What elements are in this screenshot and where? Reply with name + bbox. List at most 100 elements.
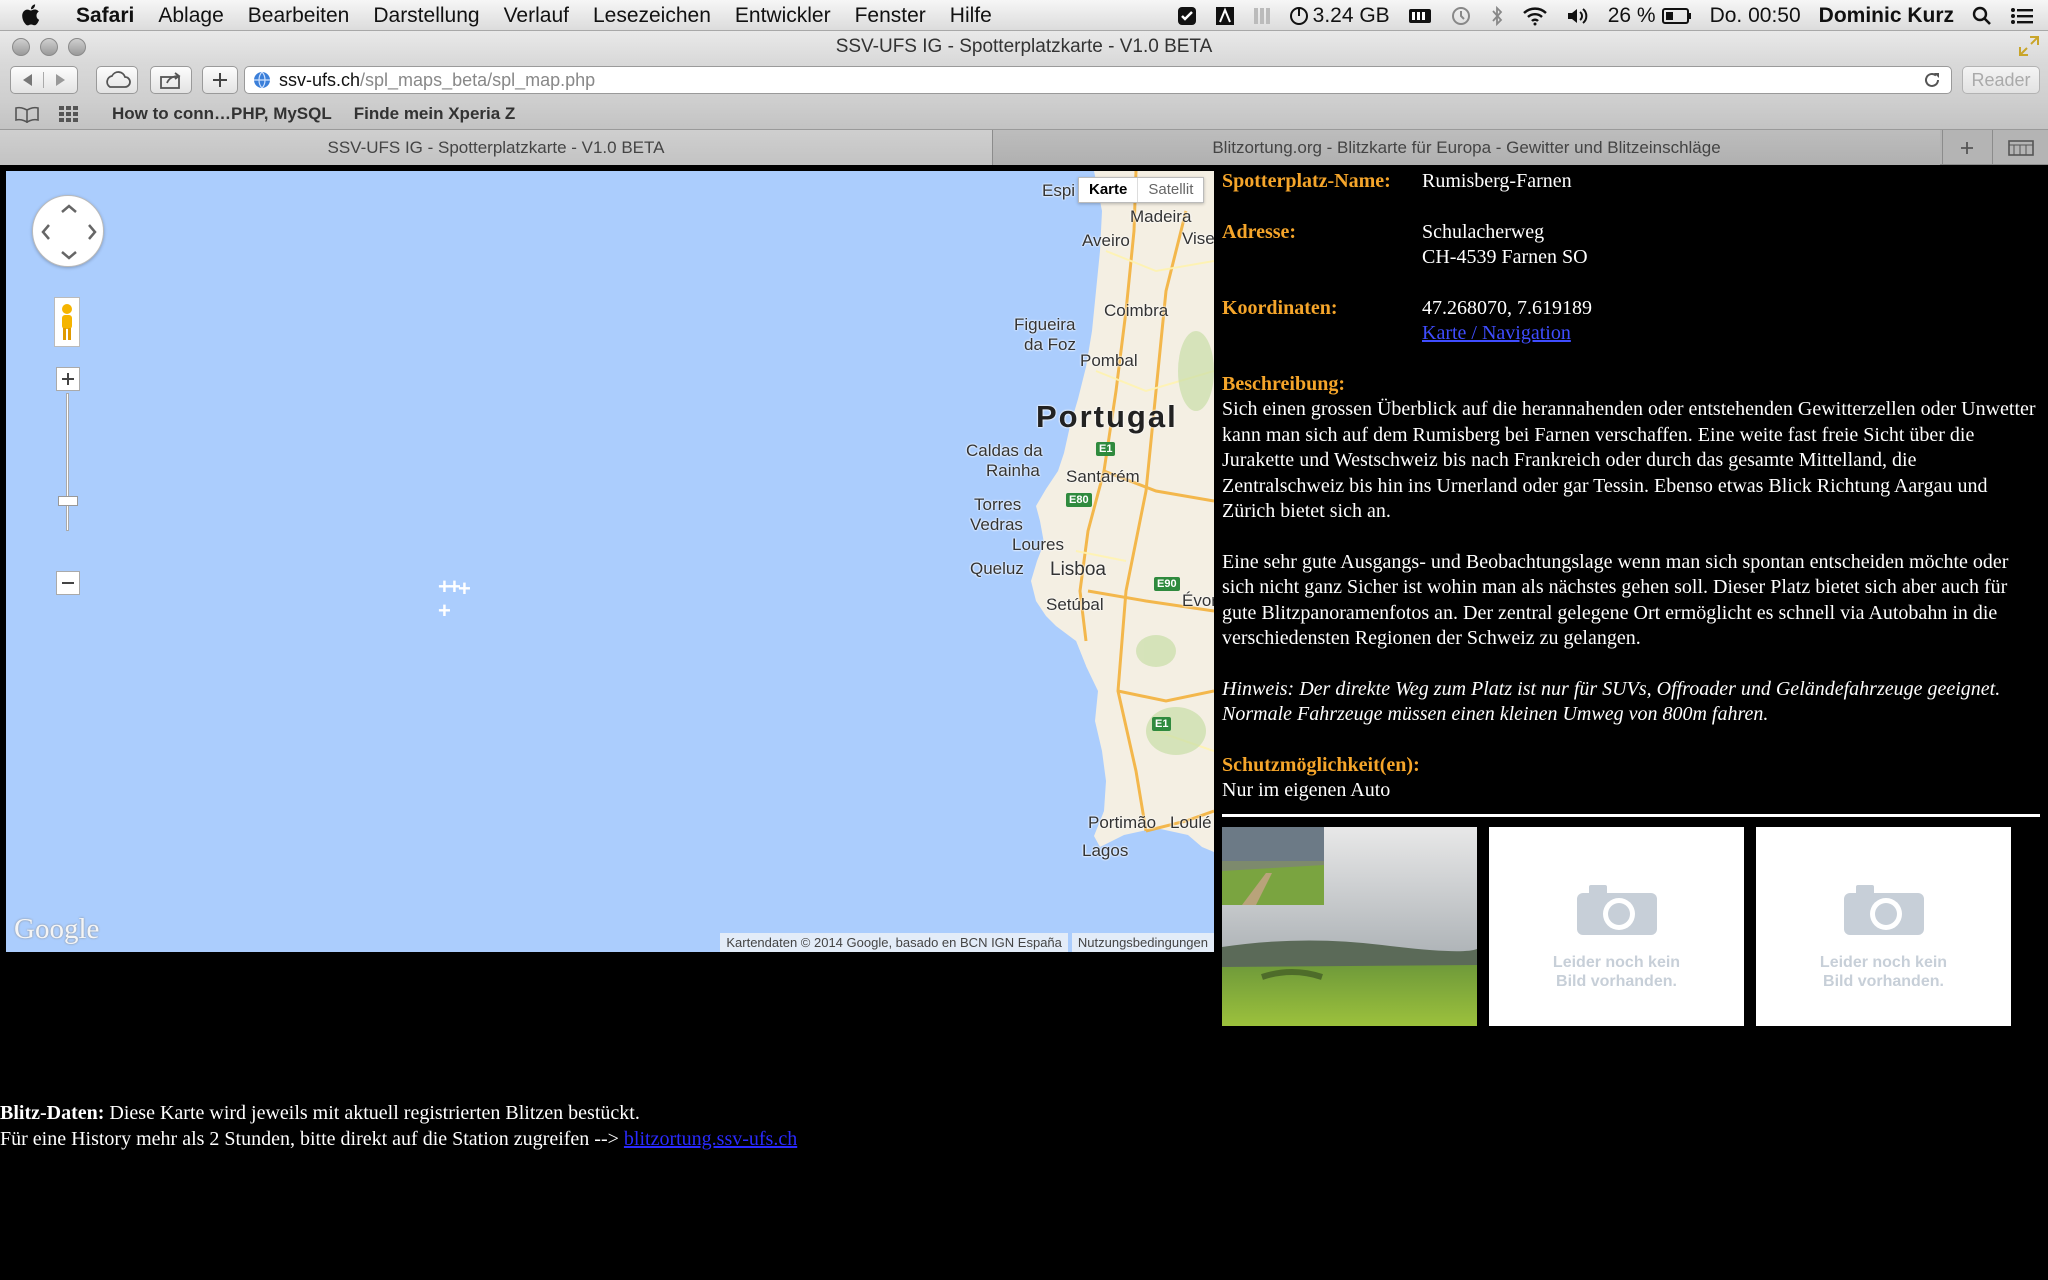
map-label-caldas: Caldas da [966,441,1043,460]
tab-blitzortung[interactable]: Blitzortung.org - Blitzkarte für Europa … [992,130,1940,165]
map-label-vedras: Vedras [970,515,1023,534]
apple-menu-icon[interactable] [22,0,64,31]
web-page: Espi Madeira Aveiro Vise Coimbra Figueir… [0,165,2048,1280]
menu-hilfe[interactable]: Hilfe [938,0,1004,31]
map-label-pombal: Pombal [1080,351,1138,370]
map-pan-control[interactable] [32,195,104,267]
map-label-portugal: Portugal [1036,399,1178,434]
volume-icon[interactable] [1566,6,1590,26]
map-type-karte-button[interactable]: Karte [1079,178,1137,202]
map-terms-link[interactable]: Nutzungsbedingungen [1071,933,1214,952]
vpn-shield-icon[interactable] [1177,6,1197,26]
map-label-queluz: Queluz [970,559,1024,578]
map-label-lagos: Lagos [1082,841,1129,860]
no-image-text: Leider noch kein Bild vorhanden. [1756,953,2011,991]
no-image-line-2: Bild vorhanden. [1556,972,1677,990]
tab-label: Blitzortung.org - Blitzkarte für Europa … [1212,137,1721,157]
menu-bar: Safari Ablage Bearbeiten Darstellung Ver… [0,0,2048,31]
menu-entwickler[interactable]: Entwickler [723,0,843,31]
street-view-pegman-icon[interactable] [54,297,80,347]
back-forward-buttons [10,66,78,94]
no-image-placeholder: Leider noch kein Bild vorhanden. [1489,826,1744,1026]
bookmarks-bar: How to conn…PHP, MySQL Finde mein Xperia… [0,99,2048,130]
zoom-in-button[interactable] [56,367,80,391]
road-shield-e1-south: E1 [1152,717,1172,731]
menu-bearbeiten[interactable]: Bearbeiten [236,0,362,31]
coordinates-value: 47.268070, 7.619189 [1422,296,1592,319]
menu-darstellung[interactable]: Darstellung [361,0,491,31]
address-label: Adresse: [1222,220,1297,243]
blitzortung-link[interactable]: blitzortung.ssv-ufs.ch [624,1128,797,1150]
new-tab-button[interactable] [1942,130,1990,165]
menu-fenster[interactable]: Fenster [843,0,938,31]
bluetooth-icon[interactable] [1490,5,1504,27]
camera-icon [1577,884,1657,935]
back-button[interactable] [11,72,45,88]
reader-button[interactable]: Reader [1962,66,2040,94]
reading-list-icon[interactable] [14,105,40,123]
lightning-strike-marker[interactable]: + [458,578,471,600]
map-label-aveiro: Aveiro [1082,231,1130,250]
menu-verlauf[interactable]: Verlauf [492,0,581,31]
map-label-evora: Évor [1182,591,1214,610]
map-label-portimao: Portimão [1088,813,1157,832]
tab-overview-icon[interactable] [1992,130,2048,165]
share-button[interactable] [150,66,192,94]
map-label-lisboa: Lisboa [1050,559,1106,580]
map-label-loule: Loulé [1170,813,1212,832]
cpu-meter-icon[interactable] [1253,6,1271,26]
address-line-2: CH-4539 Farnen SO [1422,246,1588,268]
icloud-tabs-button[interactable] [96,66,138,94]
map-navigation-link[interactable]: Karte / Navigation [1422,321,1592,347]
menu-lesezeichen[interactable]: Lesezeichen [581,0,723,31]
map-label-setubal: Setúbal [1046,595,1104,614]
menu-app-safari[interactable]: Safari [64,0,146,31]
divider [1222,813,2040,817]
top-sites-icon[interactable] [58,105,80,123]
battery-monitor-icon[interactable] [1408,7,1432,25]
no-image-line-1: Leider noch kein [1552,953,1681,971]
spotlight-search-icon[interactable] [1972,6,1992,26]
reload-icon[interactable] [1923,71,1941,94]
menu-ablage[interactable]: Ablage [146,0,235,31]
google-logo: Google [14,913,100,945]
blitz-text-2: Für eine History mehr als 2 Stunden, bit… [0,1127,624,1150]
zoom-out-button[interactable] [56,571,80,595]
battery-status[interactable]: 26 % [1608,4,1692,28]
notification-center-icon[interactable] [2010,6,2034,26]
description-paragraph-2: Eine sehr gute Ausgangs- und Beobachtung… [1222,550,2009,650]
wifi-icon[interactable] [1522,6,1548,26]
no-image-text: Leider noch kein Bild vorhanden. [1489,953,1744,991]
address-bar[interactable]: ssv-ufs.ch/spl_maps_beta/spl_map.php [244,66,1952,94]
lightning-strike-marker[interactable]: + [438,600,451,622]
zoom-slider-thumb[interactable] [58,496,78,506]
memory-meter[interactable]: 3.24 GB [1289,4,1390,28]
bookmark-how-to-conn[interactable]: How to conn…PHP, MySQL [112,104,332,124]
url-path: /spl_maps_beta/spl_map.php [360,69,596,90]
camera-icon [1844,884,1924,935]
no-image-line-1: Leider noch kein [1819,953,1948,971]
google-map[interactable]: Espi Madeira Aveiro Vise Coimbra Figueir… [6,171,1214,952]
add-bookmark-button[interactable] [202,66,238,94]
bookmark-finde-mein-xperia[interactable]: Finde mein Xperia Z [354,104,516,124]
clock[interactable]: Do. 00:50 [1710,4,1801,28]
zoom-window-button[interactable] [68,38,86,56]
map-copyright-text: Kartendaten © 2014 Google, basado en BCN… [720,933,1068,952]
map-type-satellit-button[interactable]: Satellit [1137,178,1203,202]
time-machine-icon[interactable] [1450,5,1472,27]
map-label-loures: Loures [1012,535,1064,554]
tab-spotterplatzkarte[interactable]: SSV-UFS IG - Spotterplatzkarte - V1.0 BE… [0,130,992,165]
window-title: SSV-UFS IG - Spotterplatzkarte - V1.0 BE… [835,36,1213,57]
address-row: Adresse: Schulacherweg CH-4539 Farnen SO [1222,220,2040,271]
zoom-slider-track[interactable] [66,393,69,531]
battery-percent: 26 % [1607,3,1656,27]
minimize-window-button[interactable] [40,38,58,56]
landscape-photo [1222,826,1477,1026]
blitz-text-1: Diese Karte wird jeweils mit aktuell reg… [104,1102,640,1124]
close-window-button[interactable] [12,38,30,56]
road-shield-e80: E80 [1066,493,1092,507]
user-name[interactable]: Dominic Kurz [1819,4,1954,28]
adobe-icon[interactable] [1215,6,1235,26]
photo-thumbnail[interactable] [1222,826,1477,1026]
forward-button[interactable] [44,72,77,88]
